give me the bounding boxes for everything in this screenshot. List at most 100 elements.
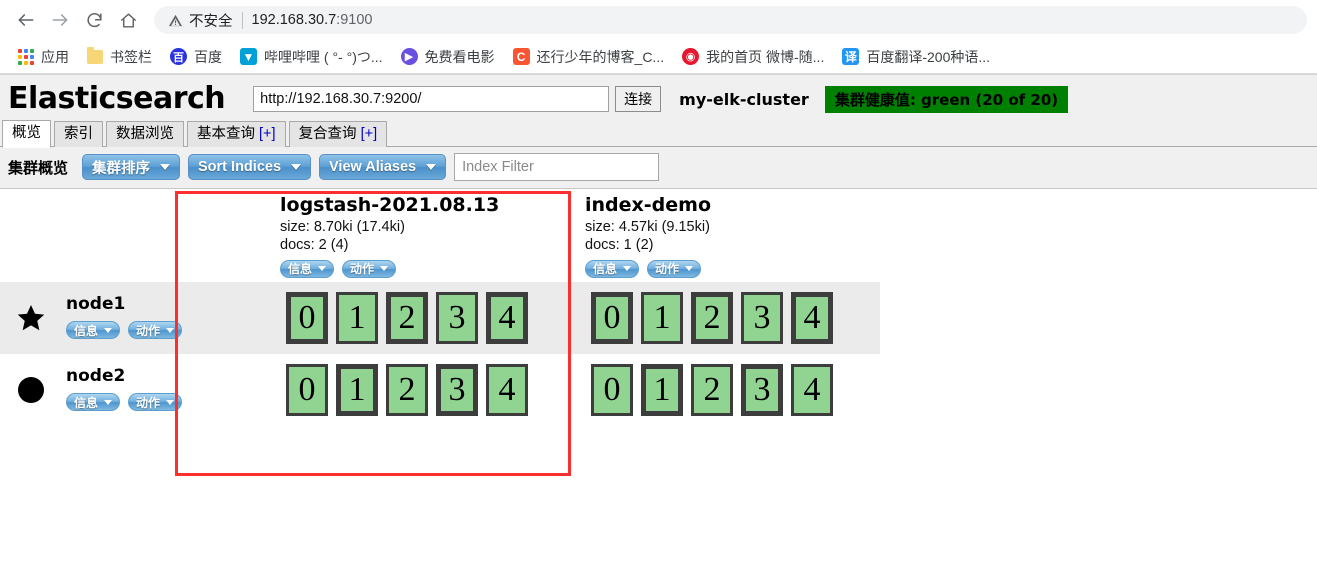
tab-indices[interactable]: 索引 bbox=[54, 120, 103, 147]
chevron-down-icon bbox=[104, 327, 113, 333]
chevron-down-icon bbox=[166, 327, 175, 333]
index-actions: 信息 动作 bbox=[585, 259, 880, 278]
security-chip[interactable]: 不安全 bbox=[168, 10, 233, 31]
tab-composite-query[interactable]: 复合查询 [+] bbox=[288, 120, 388, 147]
bookmark-label: 百度 bbox=[194, 48, 222, 65]
index-actions: 信息 动作 bbox=[280, 259, 575, 278]
tab-data-browser[interactable]: 数据浏览 bbox=[106, 120, 184, 147]
apps-grid-icon bbox=[18, 48, 34, 65]
chevron-down-icon bbox=[380, 266, 389, 272]
bookmark-weibo[interactable]: ◉ 我的首页 微博-随... bbox=[673, 44, 833, 70]
node-info-button[interactable]: 信息 bbox=[66, 393, 121, 412]
reload-icon[interactable] bbox=[78, 4, 110, 36]
bookmark-bilibili[interactable]: ▼ 哔哩哔哩 ( °- °)つ... bbox=[231, 44, 392, 70]
weibo-eye-icon: ◉ bbox=[682, 48, 700, 65]
shard-box[interactable]: 1 bbox=[336, 291, 378, 344]
shard-box[interactable]: 0 bbox=[591, 291, 633, 344]
bookmark-label: 百度翻译-200种语... bbox=[866, 48, 991, 65]
tab-basic-query[interactable]: 基本查询 [+] bbox=[187, 120, 286, 147]
tab-label: 数据浏览 bbox=[116, 125, 174, 142]
shard-cell: 0 1 2 3 4 bbox=[575, 282, 880, 354]
shard-box[interactable]: 3 bbox=[436, 363, 478, 416]
bookmark-label: 哔哩哔哩 ( °- °)つ... bbox=[264, 48, 383, 65]
shard-box[interactable]: 1 bbox=[641, 291, 683, 344]
shard-box[interactable]: 2 bbox=[386, 363, 428, 416]
index-name: logstash-2021.08.13 bbox=[280, 194, 500, 216]
button-label: 动作 bbox=[350, 262, 375, 277]
index-header-cell: index-demo size: 4.57ki (9.15ki) docs: 1… bbox=[575, 189, 880, 282]
index-info-button[interactable]: 信息 bbox=[585, 259, 640, 278]
node-action-button[interactable]: 动作 bbox=[128, 393, 183, 412]
button-label: 动作 bbox=[655, 262, 680, 277]
star-icon bbox=[16, 303, 46, 333]
url-port: :9100 bbox=[336, 12, 373, 28]
cluster-table: logstash-2021.08.13 size: 8.70ki (17.4ki… bbox=[0, 189, 880, 426]
chevron-down-icon bbox=[291, 164, 302, 170]
address-bar[interactable]: 不安全 192.168.30.7:9100 bbox=[154, 6, 1307, 34]
elasticsearch-head-app: Elasticsearch 连接 my-elk-cluster 集群健康值: g… bbox=[0, 75, 1317, 571]
tab-expand-marker: [+] bbox=[259, 125, 276, 142]
forward-icon[interactable] bbox=[44, 4, 76, 36]
shard-box[interactable]: 3 bbox=[436, 291, 478, 344]
bookmark-apps[interactable]: 应用 bbox=[9, 44, 78, 70]
folder-icon bbox=[87, 46, 103, 64]
sort-indices-button[interactable]: Sort Indices bbox=[188, 154, 312, 180]
bookmark-label: 免费看电影 bbox=[424, 48, 495, 65]
node-cell: node2 信息 动作 bbox=[0, 354, 270, 426]
cluster-health-badge: 集群健康值: green (20 of 20) bbox=[824, 85, 1069, 113]
index-action-button[interactable]: 动作 bbox=[342, 259, 397, 278]
index-action-button[interactable]: 动作 bbox=[647, 259, 702, 278]
shard-box[interactable]: 2 bbox=[386, 291, 428, 344]
index-filter-input[interactable] bbox=[454, 153, 660, 181]
shard-box[interactable]: 3 bbox=[741, 363, 783, 416]
shard-box[interactable]: 0 bbox=[286, 363, 328, 416]
connect-button[interactable]: 连接 bbox=[615, 86, 662, 112]
shard-box[interactable]: 2 bbox=[691, 363, 733, 416]
index-docs: docs: 1 (2) bbox=[585, 237, 654, 254]
index-info-button[interactable]: 信息 bbox=[280, 259, 335, 278]
node-actions: 信息 动作 bbox=[66, 321, 183, 340]
bookmark-label: 书签栏 bbox=[110, 48, 152, 65]
shard-box[interactable]: 4 bbox=[791, 363, 833, 416]
shard-box[interactable]: 1 bbox=[336, 363, 378, 416]
shard-box[interactable]: 4 bbox=[486, 291, 528, 344]
home-icon[interactable] bbox=[112, 4, 144, 36]
shard-box[interactable]: 3 bbox=[741, 291, 783, 344]
button-label: 动作 bbox=[136, 395, 161, 410]
chevron-down-icon bbox=[623, 266, 632, 272]
bookmarks-bar: 应用 书签栏 百 百度 ▼ 哔哩哔哩 ( °- °)つ... ▶ 免费看电影 C… bbox=[0, 40, 1317, 74]
chevron-down-icon bbox=[426, 164, 437, 170]
view-aliases-button[interactable]: View Aliases bbox=[319, 154, 447, 180]
es-header: Elasticsearch 连接 my-elk-cluster 集群健康值: g… bbox=[0, 75, 1317, 148]
es-header-row: Elasticsearch 连接 my-elk-cluster 集群健康值: g… bbox=[0, 80, 1317, 118]
tab-label: 基本查询 bbox=[197, 125, 260, 142]
bookmark-folder[interactable]: 书签栏 bbox=[78, 44, 161, 70]
bookmark-baidu[interactable]: 百 百度 bbox=[161, 44, 231, 70]
baidu-paw-icon: 百 bbox=[170, 48, 187, 65]
chevron-down-icon bbox=[685, 266, 694, 272]
bookmark-csdn[interactable]: C 还行少年的博客_C... bbox=[504, 44, 674, 70]
shard-box[interactable]: 2 bbox=[691, 291, 733, 344]
shard-box[interactable]: 4 bbox=[486, 363, 528, 416]
browser-chrome: 不安全 192.168.30.7:9100 应用 书签栏 百 百度 ▼ 哔哩哔哩… bbox=[0, 0, 1317, 75]
browser-nav-bar: 不安全 192.168.30.7:9100 bbox=[0, 0, 1317, 40]
warning-triangle-icon bbox=[168, 14, 183, 26]
shard-box[interactable]: 1 bbox=[641, 363, 683, 416]
shard-box[interactable]: 0 bbox=[591, 363, 633, 416]
sort-cluster-button[interactable]: 集群排序 bbox=[82, 154, 181, 180]
cluster-url-input[interactable] bbox=[253, 86, 610, 112]
bookmark-translate[interactable]: 译 百度翻译-200种语... bbox=[833, 44, 999, 70]
bookmark-movies[interactable]: ▶ 免费看电影 bbox=[392, 44, 504, 70]
shard-box[interactable]: 0 bbox=[286, 291, 328, 344]
chevron-down-icon bbox=[318, 266, 327, 272]
es-tab-bar: 概览 索引 数据浏览 基本查询 [+] 复合查询 [+] bbox=[0, 119, 1317, 148]
shard-box[interactable]: 4 bbox=[791, 291, 833, 344]
node-action-button[interactable]: 动作 bbox=[128, 321, 183, 340]
back-icon[interactable] bbox=[10, 4, 42, 36]
tab-overview[interactable]: 概览 bbox=[2, 119, 51, 148]
node-actions: 信息 动作 bbox=[66, 393, 183, 412]
chevron-down-icon bbox=[104, 399, 113, 405]
node-name: node2 bbox=[66, 366, 126, 387]
index-docs: docs: 2 (4) bbox=[280, 237, 349, 254]
node-info-button[interactable]: 信息 bbox=[66, 321, 121, 340]
